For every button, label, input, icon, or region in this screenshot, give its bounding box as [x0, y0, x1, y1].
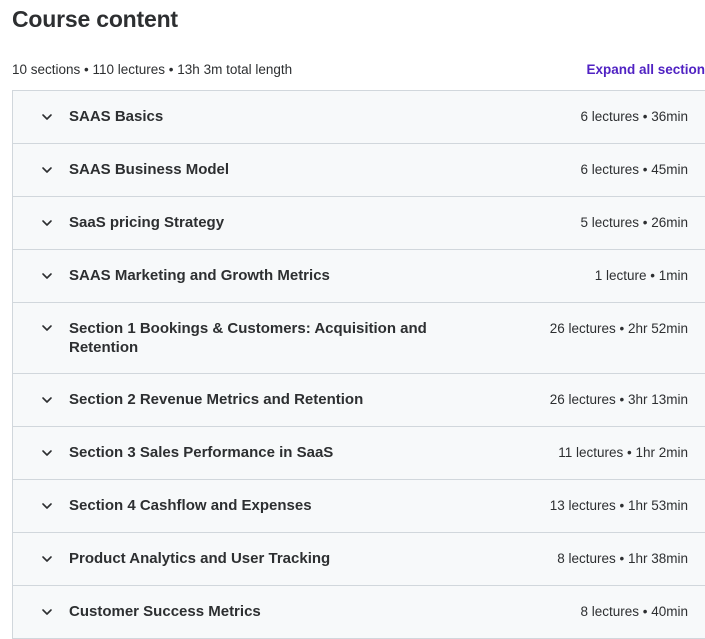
section-meta: 11 lectures • 1hr 2min: [558, 445, 688, 460]
section-row[interactable]: SAAS Marketing and Growth Metrics 1 lect…: [13, 250, 705, 303]
chevron-down-icon: [41, 111, 53, 123]
expand-all-sections-button[interactable]: Expand all section: [586, 60, 705, 80]
section-meta: 8 lectures • 40min: [580, 604, 688, 619]
course-summary: 10 sections • 110 lectures • 13h 3m tota…: [12, 62, 293, 77]
section-row[interactable]: Section 4 Cashflow and Expenses 13 lectu…: [13, 480, 705, 533]
section-meta: 26 lectures • 2hr 52min: [549, 321, 688, 336]
section-row[interactable]: SaaS pricing Strategy 5 lectures • 26min: [13, 197, 705, 250]
chevron-down-icon: [41, 217, 53, 229]
chevron-down-icon: [41, 270, 53, 282]
section-row[interactable]: Section 3 Sales Performance in SaaS 11 l…: [13, 427, 705, 480]
section-title: Section 3 Sales Performance in SaaS: [69, 444, 334, 461]
section-row[interactable]: SAAS Business Model 6 lectures • 45min: [13, 144, 705, 197]
section-title: Customer Success Metrics: [69, 603, 261, 620]
section-meta: 26 lectures • 3hr 13min: [549, 392, 688, 407]
sections-list: SAAS Basics 6 lectures • 36min SAAS Busi…: [12, 90, 705, 639]
chevron-down-icon: [41, 606, 53, 618]
course-content-panel: Course content 10 sections • 110 lecture…: [0, 0, 705, 639]
section-meta: 1 lecture • 1min: [594, 268, 688, 283]
section-row[interactable]: Customer Success Metrics 8 lectures • 40…: [13, 586, 705, 639]
chevron-down-icon: [41, 394, 53, 406]
section-meta: 6 lectures • 36min: [580, 109, 688, 124]
chevron-down-icon: [41, 500, 53, 512]
section-row[interactable]: SAAS Basics 6 lectures • 36min: [13, 91, 705, 144]
course-summary-row: 10 sections • 110 lectures • 13h 3m tota…: [12, 60, 705, 80]
section-row[interactable]: Section 1 Bookings & Customers: Acquisit…: [13, 303, 705, 374]
section-title: Section 1 Bookings & Customers: Acquisit…: [69, 320, 427, 356]
section-row[interactable]: Section 2 Revenue Metrics and Retention …: [13, 374, 705, 427]
chevron-down-icon: [41, 322, 53, 334]
section-title: Section 2 Revenue Metrics and Retention: [69, 391, 364, 408]
section-meta: 6 lectures • 45min: [580, 162, 688, 177]
section-title: Product Analytics and User Tracking: [69, 550, 331, 567]
page-title: Course content: [12, 6, 178, 32]
section-meta: 13 lectures • 1hr 53min: [549, 498, 688, 513]
section-row[interactable]: Product Analytics and User Tracking 8 le…: [13, 533, 705, 586]
section-meta: 8 lectures • 1hr 38min: [557, 551, 688, 566]
chevron-down-icon: [41, 447, 53, 459]
section-title: Section 4 Cashflow and Expenses: [69, 497, 312, 514]
section-title: SAAS Business Model: [69, 161, 230, 178]
section-title: SAAS Marketing and Growth Metrics: [69, 267, 330, 284]
chevron-down-icon: [41, 553, 53, 565]
section-title: SaaS pricing Strategy: [69, 214, 225, 231]
section-title: SAAS Basics: [69, 108, 164, 125]
chevron-down-icon: [41, 164, 53, 176]
section-meta: 5 lectures • 26min: [580, 215, 688, 230]
